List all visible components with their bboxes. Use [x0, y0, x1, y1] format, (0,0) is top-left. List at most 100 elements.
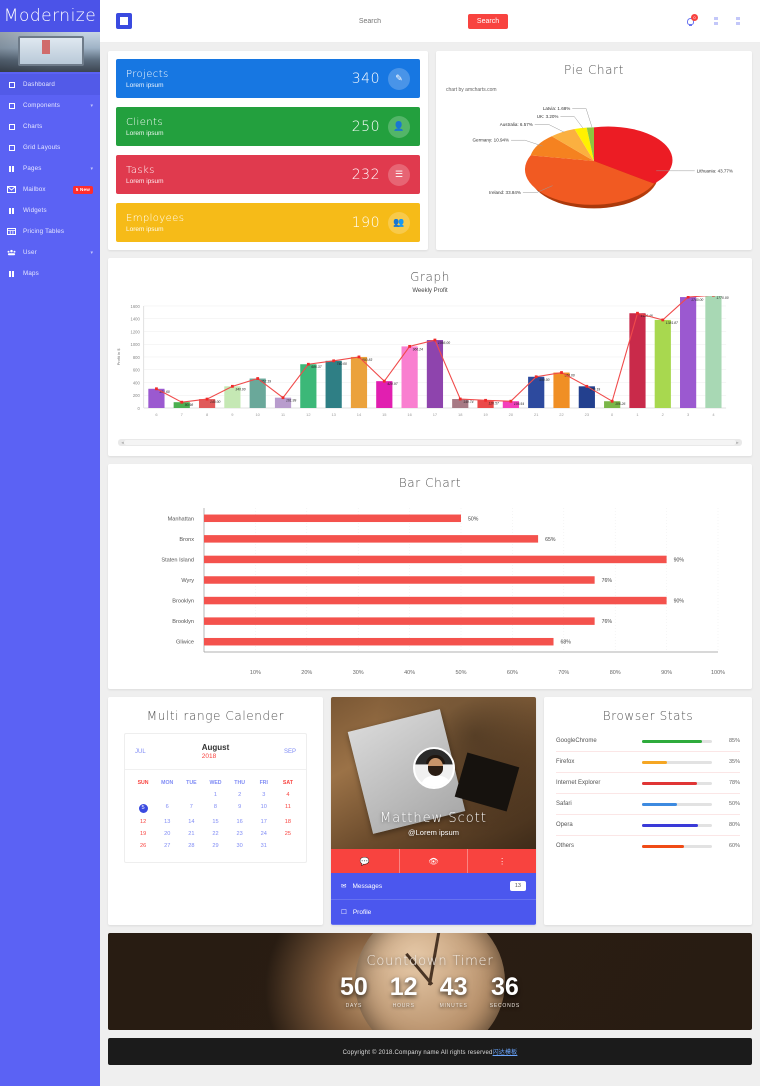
footer-copyright: Copyright © 2018.Company name All rights…: [342, 1050, 493, 1056]
graph-scroll-right-icon[interactable]: ►: [735, 440, 740, 445]
browser-progress-fill: [642, 802, 677, 806]
hamburger-icon[interactable]: [116, 13, 132, 29]
calendar-day[interactable]: 1: [203, 789, 227, 801]
calendar-day[interactable]: 4: [276, 789, 300, 801]
info-card-tasks[interactable]: Tasks Lorem ipsum 232 ☰: [116, 155, 420, 194]
info-card-subtitle: Lorem ipsum: [126, 225, 164, 233]
browser-percent: 80%: [728, 822, 740, 828]
calendar-day[interactable]: 24: [252, 828, 276, 840]
search-button[interactable]: Search: [467, 13, 509, 29]
sidebar-item-pages[interactable]: Pages ▾: [0, 158, 100, 179]
brand-logo[interactable]: Modernize: [0, 0, 100, 32]
calendar-day[interactable]: 21: [179, 828, 203, 840]
svg-text:120.57: 120.57: [489, 401, 499, 405]
calendar-prev-month[interactable]: JUL: [135, 749, 153, 755]
profile-link-messages[interactable]: ✉ Messages 13: [331, 873, 536, 900]
bar-chart-title: Bar Chart: [398, 476, 462, 490]
calendar-day[interactable]: 23: [228, 828, 252, 840]
calendar-day[interactable]: 19: [131, 828, 155, 840]
graph-scrollbar[interactable]: ◄ ►: [118, 439, 742, 446]
sidebar-item-dashboard[interactable]: Dashboard: [0, 74, 100, 95]
sidebar-item-components[interactable]: Components ▾: [0, 95, 100, 116]
calendar-day[interactable]: 12: [131, 816, 155, 828]
countdown-label: SECONDS: [489, 1003, 521, 1009]
sidebar-item-widgets[interactable]: Widgets: [0, 200, 100, 221]
browser-stat-row: Others 60%: [556, 836, 740, 856]
calendar-day[interactable]: 14: [179, 816, 203, 828]
eye-icon[interactable]: 👁: [400, 849, 469, 873]
svg-text:0: 0: [137, 406, 140, 411]
calendar-dow: MON: [161, 780, 174, 786]
calendar-card: Multi range Calender JUL August 2018 SEP…: [108, 697, 323, 925]
calendar-day[interactable]: 30: [228, 840, 252, 852]
users-icon: [7, 248, 16, 257]
calendar-day[interactable]: 28: [179, 840, 203, 852]
menu-icon[interactable]: ⋮: [468, 849, 536, 873]
graph-scroll-thumb[interactable]: [124, 440, 736, 445]
calendar-day[interactable]: 31: [252, 840, 276, 852]
calendar-day[interactable]: 8: [203, 801, 227, 816]
calendar-next-month[interactable]: SEP: [278, 749, 296, 755]
svg-text:Gliwice: Gliwice: [176, 640, 194, 646]
sidebar-item-pricing-tables[interactable]: Pricing Tables: [0, 221, 100, 242]
profile-link-badge: 13: [509, 881, 526, 891]
calendar-day[interactable]: 9: [228, 801, 252, 816]
calendar-day[interactable]: 6: [155, 801, 179, 816]
svg-text:9: 9: [231, 412, 234, 417]
info-card-title: Employees: [126, 212, 185, 224]
countdown-unit: 50 DAYS: [340, 975, 368, 1010]
calendar-empty: [155, 789, 179, 801]
profile-menu-icon[interactable]: [736, 17, 740, 25]
profile-handle: @Lorem ipsum: [408, 828, 459, 837]
info-card-projects[interactable]: Projects Lorem ipsum 340 ✎: [116, 59, 420, 98]
calendar-day[interactable]: 20: [155, 828, 179, 840]
footer-link[interactable]: 闪达模板: [493, 1050, 518, 1056]
calendar-day[interactable]: 27: [155, 840, 179, 852]
calendar-day[interactable]: 10: [252, 801, 276, 816]
info-card-clients[interactable]: Clients Lorem ipsum 250 👤: [116, 107, 420, 146]
browser-percent: 35%: [728, 759, 740, 765]
notification-bell-icon[interactable]: 0: [686, 14, 698, 27]
calendar-day[interactable]: 15: [203, 816, 227, 828]
calendar-day[interactable]: 29: [203, 840, 227, 852]
apps-menu-icon[interactable]: [714, 17, 718, 25]
calendar-dow: SUN: [137, 780, 149, 786]
svg-text:966.24: 966.24: [413, 347, 423, 351]
sidebar-item-maps[interactable]: Maps: [0, 263, 100, 284]
calendar-day[interactable]: 18: [276, 816, 300, 828]
chevron-down-icon: ▾: [90, 102, 93, 109]
countdown-unit: 36 SECONDS: [489, 975, 521, 1010]
search-area: Search: [132, 13, 686, 29]
search-input[interactable]: [309, 17, 430, 25]
calendar-day[interactable]: 26: [131, 840, 155, 852]
calendar-day[interactable]: 3: [252, 789, 276, 801]
svg-text:6: 6: [155, 412, 158, 417]
calendar-day[interactable]: 5: [131, 801, 155, 816]
sidebar-item-charts[interactable]: Charts: [0, 116, 100, 137]
calendar-day[interactable]: 7: [179, 801, 203, 816]
calendar-day[interactable]: 16: [228, 816, 252, 828]
profile-link-profile[interactable]: ☐ Profile: [331, 900, 536, 925]
main-area: Search 0 Projects Lorem ipsum 340 ✎ C: [100, 0, 760, 1086]
bar-chart-card: Bar Chart 10% 20% 30% 40% 50% 60% 70% 80% 90% 100…: [108, 464, 752, 689]
info-card-employees[interactable]: Employees Lorem ipsum 190 👥: [116, 203, 420, 242]
svg-text:1770.00: 1770.00: [716, 296, 728, 300]
calendar-day[interactable]: 22: [203, 828, 227, 840]
chat-icon[interactable]: 💬: [331, 849, 400, 873]
calendar-title: Multi range Calender: [146, 709, 285, 723]
calendar-day[interactable]: 13: [155, 816, 179, 828]
calendar-day[interactable]: 25: [276, 828, 300, 840]
profile-link-label: Messages: [352, 882, 383, 890]
browser-name: GoogleChrome: [556, 738, 597, 744]
pie-label-ireland: Ireland: 33.84%: [489, 190, 521, 195]
calendar-day[interactable]: 17: [252, 816, 276, 828]
countdown-content: Countdown Timer 50 DAYS 12 HOURS 43 MINU…: [340, 954, 520, 1009]
calendar-day[interactable]: 2: [228, 789, 252, 801]
sidebar-item-grid-layouts[interactable]: Grid Layouts: [0, 137, 100, 158]
sidebar-item-user[interactable]: User ▾: [0, 242, 100, 263]
calendar-day[interactable]: 11: [276, 801, 300, 816]
footer: Copyright © 2018.Company name All rights…: [108, 1038, 752, 1065]
sidebar-item-mailbox[interactable]: Mailbox 5 New: [0, 179, 100, 200]
pie-label-australia: Australia: 6.57%: [500, 122, 533, 127]
svg-text:106.26: 106.26: [615, 402, 625, 406]
